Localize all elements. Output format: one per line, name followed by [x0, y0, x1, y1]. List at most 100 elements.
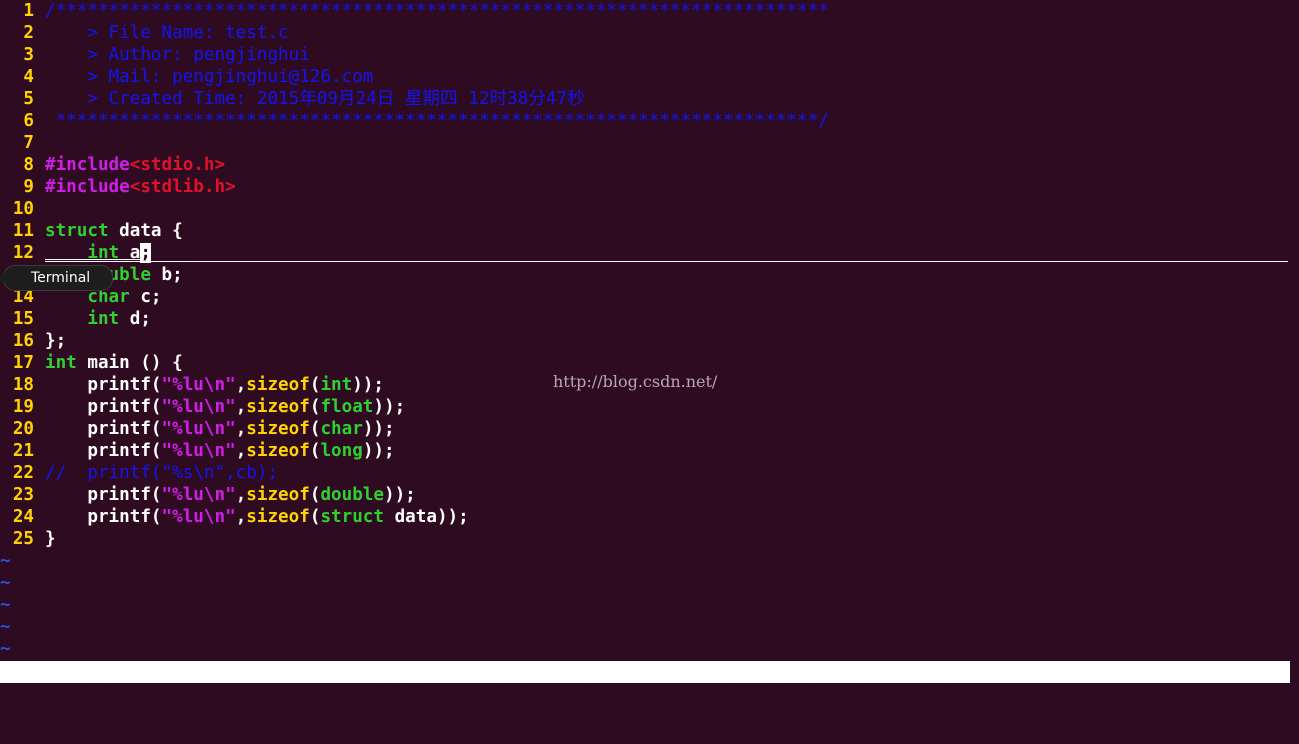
cursor-line-indicator: [45, 261, 1288, 262]
line-number: 19: [12, 397, 34, 417]
code-line[interactable]: 24 printf("%lu\n",sizeof(struct data));: [0, 506, 469, 528]
code-line[interactable]: 7: [0, 132, 34, 154]
line-number: 16: [12, 331, 34, 351]
code-line[interactable]: 3 > Author: pengjinghui: [0, 44, 309, 66]
code-line[interactable]: 10: [0, 198, 34, 220]
code-text: > File Name: test.c: [45, 22, 288, 44]
code-text: struct data {: [45, 220, 183, 242]
code-token: ));: [362, 419, 395, 439]
code-token: sizeof: [246, 441, 310, 461]
empty-line-tilde: ~: [0, 595, 11, 615]
code-line[interactable]: 21 printf("%lu\n",sizeof(long));: [0, 440, 395, 462]
code-token: sizeof: [246, 397, 310, 417]
line-number: 3: [23, 45, 34, 65]
code-text: }: [45, 528, 56, 550]
line-number: 1: [23, 1, 34, 21]
code-token: sizeof: [246, 375, 310, 395]
line-number: 11: [12, 221, 34, 241]
code-token: <stdio.h>: [129, 155, 226, 175]
code-line[interactable]: 22 // printf("%s\n",cb);: [0, 462, 278, 484]
code-line[interactable]: 11 struct data {: [0, 220, 183, 242]
code-line[interactable]: 17 int main () {: [0, 352, 183, 374]
line-number: 15: [12, 309, 34, 329]
code-token: float: [320, 397, 374, 417]
code-token: ));: [352, 375, 384, 395]
code-token: printf(: [45, 419, 162, 439]
empty-line-tilde: ~: [0, 639, 11, 659]
code-line[interactable]: 25}: [0, 528, 56, 550]
code-token: // printf("%s\n",cb);: [45, 463, 279, 483]
code-token: (: [309, 441, 321, 461]
code-text: > Created Time: 2015年09月24日 星期四 12时38分47…: [45, 88, 585, 110]
code-text: > Mail: pengjinghui@126.com: [45, 66, 373, 88]
code-token: d;: [119, 309, 151, 329]
code-line[interactable]: 19 printf("%lu\n",sizeof(float));: [0, 396, 405, 418]
code-line[interactable]: 20 printf("%lu\n",sizeof(char));: [0, 418, 395, 440]
code-token: ));: [362, 441, 395, 461]
code-token: > Created Time: 2015年09月24日 星期四 12时38分47…: [45, 89, 585, 109]
code-text: int d;: [45, 308, 151, 330]
line-number: 23: [12, 485, 34, 505]
code-token: ,: [235, 441, 247, 461]
code-token: b;: [150, 265, 183, 285]
code-token: #include: [45, 177, 130, 197]
code-token: ,: [235, 419, 247, 439]
code-line[interactable]: 15 int d;: [0, 308, 151, 330]
code-token: sizeof: [246, 419, 310, 439]
code-text: printf("%lu\n",sizeof(int));: [45, 374, 384, 396]
code-token: (: [309, 507, 321, 527]
code-text: int main () {: [45, 352, 183, 374]
vim-status-line: ~/vimWorkspace/cWorkSpace/test.c [FORMAT…: [0, 661, 1290, 704]
line-number: 2: [23, 23, 34, 43]
code-token: data));: [384, 507, 469, 527]
code-line[interactable]: 16};: [0, 330, 66, 352]
code-text: ****************************************…: [45, 110, 829, 132]
code-text: /***************************************…: [45, 0, 829, 22]
watermark-text: http://blog.csdn.net/: [553, 372, 718, 391]
line-number: 25: [12, 529, 34, 549]
code-token: (: [309, 419, 321, 439]
code-token: c;: [129, 287, 162, 307]
line-number: 12: [12, 243, 34, 263]
line-number: 22: [12, 463, 34, 483]
code-token: #include: [45, 155, 130, 175]
code-line[interactable]: 6 **************************************…: [0, 110, 828, 132]
watermark: http://blog.csdn.net/: [553, 372, 717, 391]
code-token: char: [320, 419, 363, 439]
line-number: 20: [12, 419, 34, 439]
code-line[interactable]: 23 printf("%lu\n",sizeof(double));: [0, 484, 416, 506]
line-number: 17: [12, 353, 34, 373]
status-line-text: ~/vimWorkspace/cWorkSpace/test.c [FORMAT…: [21, 684, 964, 704]
line-number: 24: [12, 507, 34, 527]
code-token: "%lu\n": [161, 507, 236, 527]
code-line[interactable]: 4 > Mail: pengjinghui@126.com: [0, 66, 373, 88]
code-token: /***************************************…: [45, 1, 829, 21]
code-line[interactable]: 1 /**************************************…: [0, 0, 828, 22]
code-line[interactable]: 2 > File Name: test.c: [0, 22, 288, 44]
code-token: ,: [235, 507, 247, 527]
code-token: sizeof: [246, 485, 310, 505]
tooltip-label: Terminal: [31, 270, 91, 286]
code-text: #include<stdio.h>: [45, 154, 225, 176]
code-token: "%lu\n": [161, 485, 236, 505]
code-token: > Author: pengjinghui: [45, 45, 310, 65]
code-token: }: [45, 529, 56, 549]
code-line[interactable]: 8 #include<stdio.h>: [0, 154, 225, 176]
code-token: ));: [384, 485, 416, 505]
code-token: int: [320, 375, 353, 395]
code-token: int: [87, 309, 120, 329]
code-text: > Author: pengjinghui: [45, 44, 310, 66]
code-line[interactable]: 9 #include<stdlib.h>: [0, 176, 235, 198]
code-token: ,: [235, 375, 247, 395]
code-text: printf("%lu\n",sizeof(float));: [45, 396, 405, 418]
code-line[interactable]: 18 printf("%lu\n",sizeof(int));: [0, 374, 384, 396]
code-token: "%lu\n": [161, 441, 236, 461]
code-token: sizeof: [246, 507, 310, 527]
code-line[interactable]: 5 > Created Time: 2015年09月24日 星期四 12时38分…: [0, 88, 584, 110]
code-token: (: [309, 485, 321, 505]
code-token: int: [87, 243, 120, 263]
code-text: printf("%lu\n",sizeof(double));: [45, 484, 416, 506]
code-line[interactable]: 12 int a;: [0, 242, 151, 264]
